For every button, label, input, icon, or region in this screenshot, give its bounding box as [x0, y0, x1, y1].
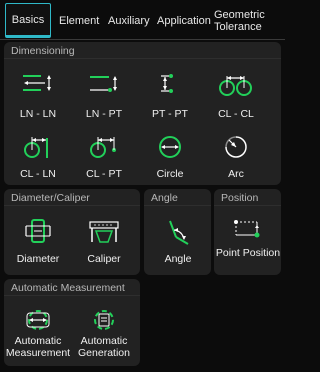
line-to-point-button[interactable]: LN - PT: [72, 66, 136, 126]
line-to-line-button[interactable]: LN - LN: [6, 66, 70, 126]
automatic-measurement-panel: Automatic Measurement Automatic Measurem…: [4, 279, 140, 366]
diameter-button[interactable]: Diameter: [6, 211, 70, 271]
tab-label: Element: [59, 14, 100, 27]
automatic-measurement-icon: [26, 310, 50, 330]
circle-icon: [159, 136, 181, 158]
tool-label: Point Position: [215, 247, 281, 259]
tool-label: Automatic Generation: [78, 335, 130, 359]
tab-application[interactable]: Application: [157, 3, 211, 38]
tool-label: Caliper: [87, 253, 121, 265]
arc-icon: [225, 136, 247, 158]
divider: [214, 205, 281, 206]
tool-label: LN - LN: [19, 108, 57, 120]
angle-panel: Angle Angle: [144, 189, 211, 275]
automatic-generation-icon: [94, 310, 114, 330]
diameter-icon: [25, 219, 51, 243]
tab-bar: Basics Element Auxiliary Application Geo…: [0, 0, 285, 40]
circle-button[interactable]: Circle: [138, 126, 202, 186]
tab-label: Geometric Tolerance: [214, 8, 265, 33]
point-to-point-icon: [161, 74, 173, 93]
arc-button[interactable]: Arc: [204, 126, 268, 186]
tool-label: Circle: [156, 168, 184, 180]
angle-button[interactable]: Angle: [146, 211, 210, 271]
point-position-icon: [234, 220, 260, 238]
tool-label: PT - PT: [152, 108, 188, 120]
panel-title: Position: [221, 192, 259, 204]
caliper-button[interactable]: Caliper: [72, 211, 136, 271]
tab-auxiliary[interactable]: Auxiliary: [108, 3, 150, 38]
diameter-caliper-panel: Diameter/Caliper Diameter Caliper: [4, 189, 140, 275]
circle-to-circle-icon: [219, 76, 252, 96]
point-position-button[interactable]: Point Position: [216, 211, 280, 271]
tab-element[interactable]: Element: [59, 3, 99, 38]
panel-title: Dimensioning: [11, 45, 75, 57]
panel-title: Automatic Measurement: [11, 282, 125, 294]
divider: [4, 295, 140, 296]
circle-to-point-icon: [90, 137, 116, 158]
tool-label: Arc: [228, 168, 244, 180]
automatic-generation-button[interactable]: Automatic Generation: [72, 299, 136, 359]
circle-to-line-button[interactable]: CL - LN: [6, 126, 70, 186]
automatic-measurement-button[interactable]: Automatic Measurement: [6, 299, 70, 359]
tab-label: Auxiliary: [108, 14, 150, 27]
point-to-point-button[interactable]: PT - PT: [138, 66, 202, 126]
angle-icon: [169, 220, 189, 245]
circle-to-line-icon: [24, 137, 48, 158]
tab-basics[interactable]: Basics: [5, 3, 51, 38]
panel-title: Angle: [151, 192, 178, 204]
tab-geometric-tolerance[interactable]: Geometric Tolerance: [214, 3, 278, 38]
tool-label: CL - LN: [20, 168, 56, 180]
panel-title: Diameter/Caliper: [11, 192, 90, 204]
tool-label: Angle: [164, 253, 192, 265]
tool-label: CL - CL: [218, 108, 254, 120]
circle-to-point-button[interactable]: CL - PT: [72, 126, 136, 186]
tool-label: LN - PT: [85, 108, 123, 120]
divider: [4, 58, 281, 59]
divider: [4, 205, 140, 206]
line-to-line-icon: [23, 75, 51, 91]
position-panel: Position Point Position: [214, 189, 281, 275]
tool-label: Automatic Measurement: [5, 335, 71, 359]
caliper-icon: [89, 221, 119, 243]
tab-label: Basics: [11, 13, 45, 26]
tab-label: Application: [157, 14, 211, 27]
tool-label: Diameter: [16, 253, 60, 265]
line-to-point-icon: [90, 76, 117, 92]
dimensioning-panel: Dimensioning LN - LN LN - PT PT - PT CL …: [4, 42, 281, 185]
tool-label: CL - PT: [86, 168, 122, 180]
circle-to-circle-button[interactable]: CL - CL: [204, 66, 268, 126]
divider: [144, 205, 211, 206]
